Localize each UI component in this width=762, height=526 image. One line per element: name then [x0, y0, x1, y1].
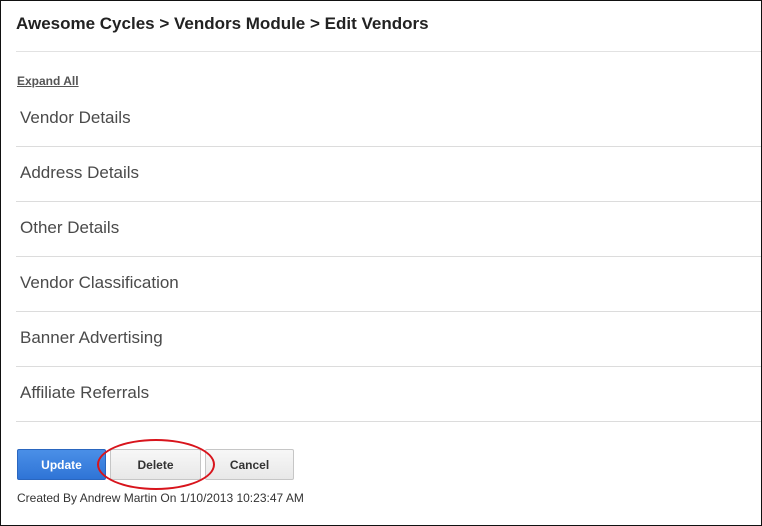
section-address-details[interactable]: Address Details — [16, 147, 761, 202]
section-banner-advertising[interactable]: Banner Advertising — [16, 312, 761, 367]
title-divider — [16, 51, 761, 52]
section-other-details[interactable]: Other Details — [16, 202, 761, 257]
expand-all-link[interactable]: Expand All — [17, 74, 79, 88]
update-button[interactable]: Update — [17, 449, 106, 480]
cancel-button[interactable]: Cancel — [205, 449, 294, 480]
section-affiliate-referrals[interactable]: Affiliate Referrals — [16, 367, 761, 422]
collapsible-sections: Vendor Details Address Details Other Det… — [16, 92, 761, 422]
section-vendor-details[interactable]: Vendor Details — [16, 92, 761, 147]
page-frame: Awesome Cycles > Vendors Module > Edit V… — [0, 0, 762, 526]
section-label: Address Details — [20, 163, 140, 182]
page-title: Awesome Cycles > Vendors Module > Edit V… — [16, 14, 429, 33]
section-label: Banner Advertising — [20, 328, 163, 347]
section-label: Vendor Details — [20, 108, 131, 127]
section-label: Other Details — [20, 218, 120, 237]
delete-button[interactable]: Delete — [110, 449, 201, 480]
section-label: Vendor Classification — [20, 273, 179, 292]
section-label: Affiliate Referrals — [20, 383, 150, 402]
created-by-text: Created By Andrew Martin On 1/10/2013 10… — [17, 491, 304, 505]
section-vendor-classification[interactable]: Vendor Classification — [16, 257, 761, 312]
